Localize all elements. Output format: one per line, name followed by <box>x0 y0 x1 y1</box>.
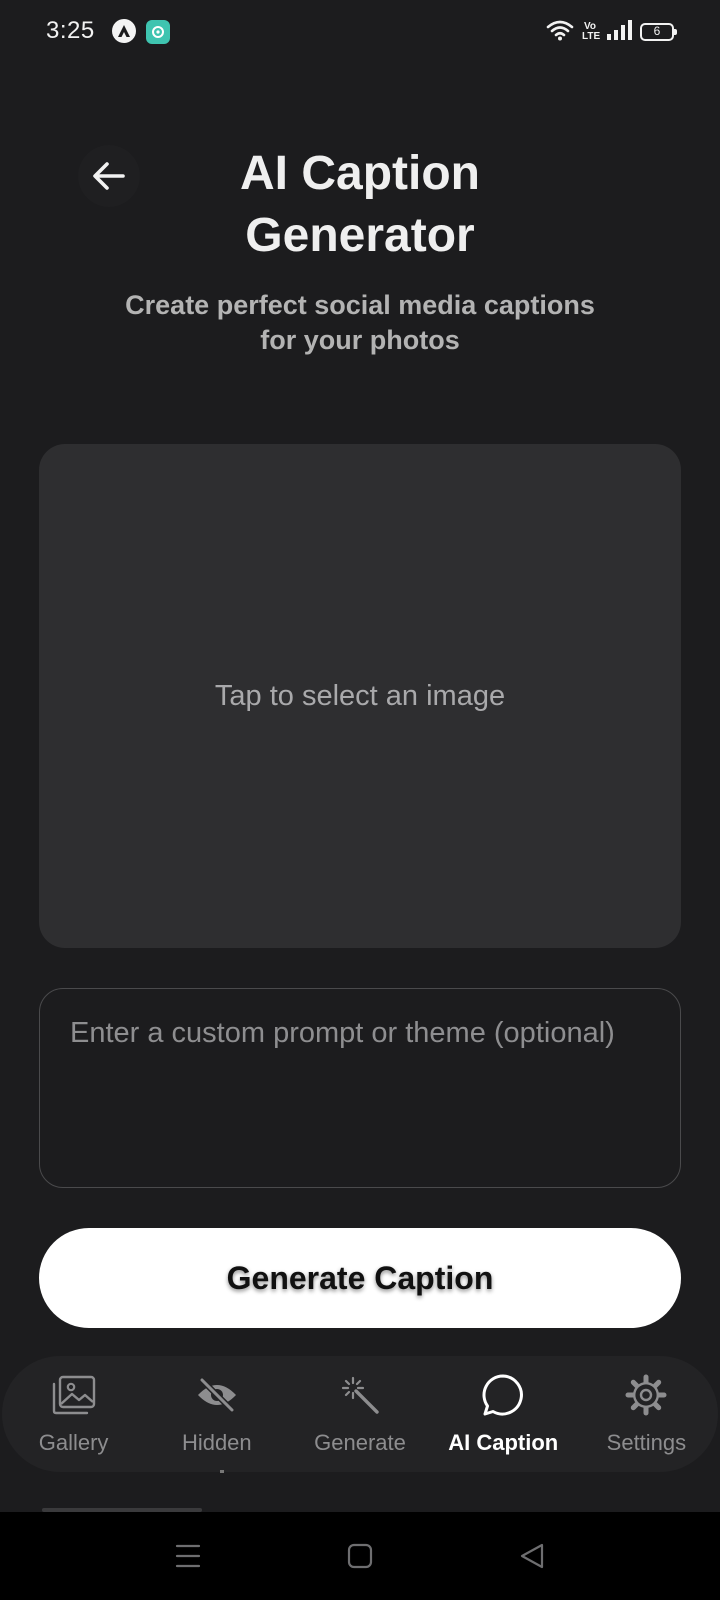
home-button[interactable] <box>310 1512 410 1600</box>
generate-caption-label: Generate Caption <box>226 1259 494 1296</box>
content-peek-dot <box>220 1470 224 1473</box>
battery-icon: 6 <box>640 23 677 41</box>
tab-gallery[interactable]: Gallery <box>2 1356 145 1472</box>
bottom-tab-bar: Gallery Hidden Generate AI Caption Setti… <box>2 1356 718 1472</box>
home-square-icon <box>347 1543 373 1569</box>
page-subtitle: Create perfect social media captions for… <box>125 290 595 355</box>
tab-ai-caption[interactable]: AI Caption <box>432 1356 575 1472</box>
back-button[interactable] <box>78 145 140 207</box>
image-picker[interactable]: Tap to select an image <box>39 444 681 948</box>
app-a-icon <box>112 19 136 43</box>
eye-off-icon <box>194 1372 240 1418</box>
page-title: AI Caption Generator <box>240 147 480 262</box>
chat-bubble-icon <box>480 1372 526 1418</box>
back-triangle-icon <box>520 1543 544 1569</box>
app-teal-icon <box>146 20 170 44</box>
tab-label: Gallery <box>38 1430 109 1455</box>
tab-settings[interactable]: Settings <box>575 1356 718 1472</box>
recents-button[interactable] <box>138 1512 238 1600</box>
tab-label: Settings <box>606 1430 687 1455</box>
volte-icon: Vo LTE <box>582 21 601 42</box>
status-time: 3:25 <box>46 17 95 44</box>
back-nav-button[interactable] <box>482 1512 582 1600</box>
system-nav-bar <box>0 1512 720 1600</box>
gear-icon <box>623 1372 669 1418</box>
wifi-icon <box>546 19 574 46</box>
tab-label: Hidden <box>181 1430 252 1455</box>
battery-level: 6 <box>653 24 661 38</box>
signal-icon <box>606 19 632 46</box>
image-picker-label: Tap to select an image <box>214 679 506 712</box>
arrow-left-icon <box>93 162 125 190</box>
custom-prompt-input[interactable] <box>39 988 681 1188</box>
menu-icon <box>175 1544 201 1568</box>
tab-label: AI Caption <box>448 1430 559 1455</box>
tab-label: Generate <box>314 1430 406 1455</box>
generate-caption-button[interactable]: Generate Caption <box>39 1228 681 1328</box>
magic-wand-icon <box>337 1372 383 1418</box>
status-bar: 3:25 Vo LTE 6 <box>0 0 720 64</box>
tab-generate[interactable]: Generate <box>288 1356 431 1472</box>
tab-hidden[interactable]: Hidden <box>145 1356 288 1472</box>
image-icon <box>51 1372 97 1418</box>
